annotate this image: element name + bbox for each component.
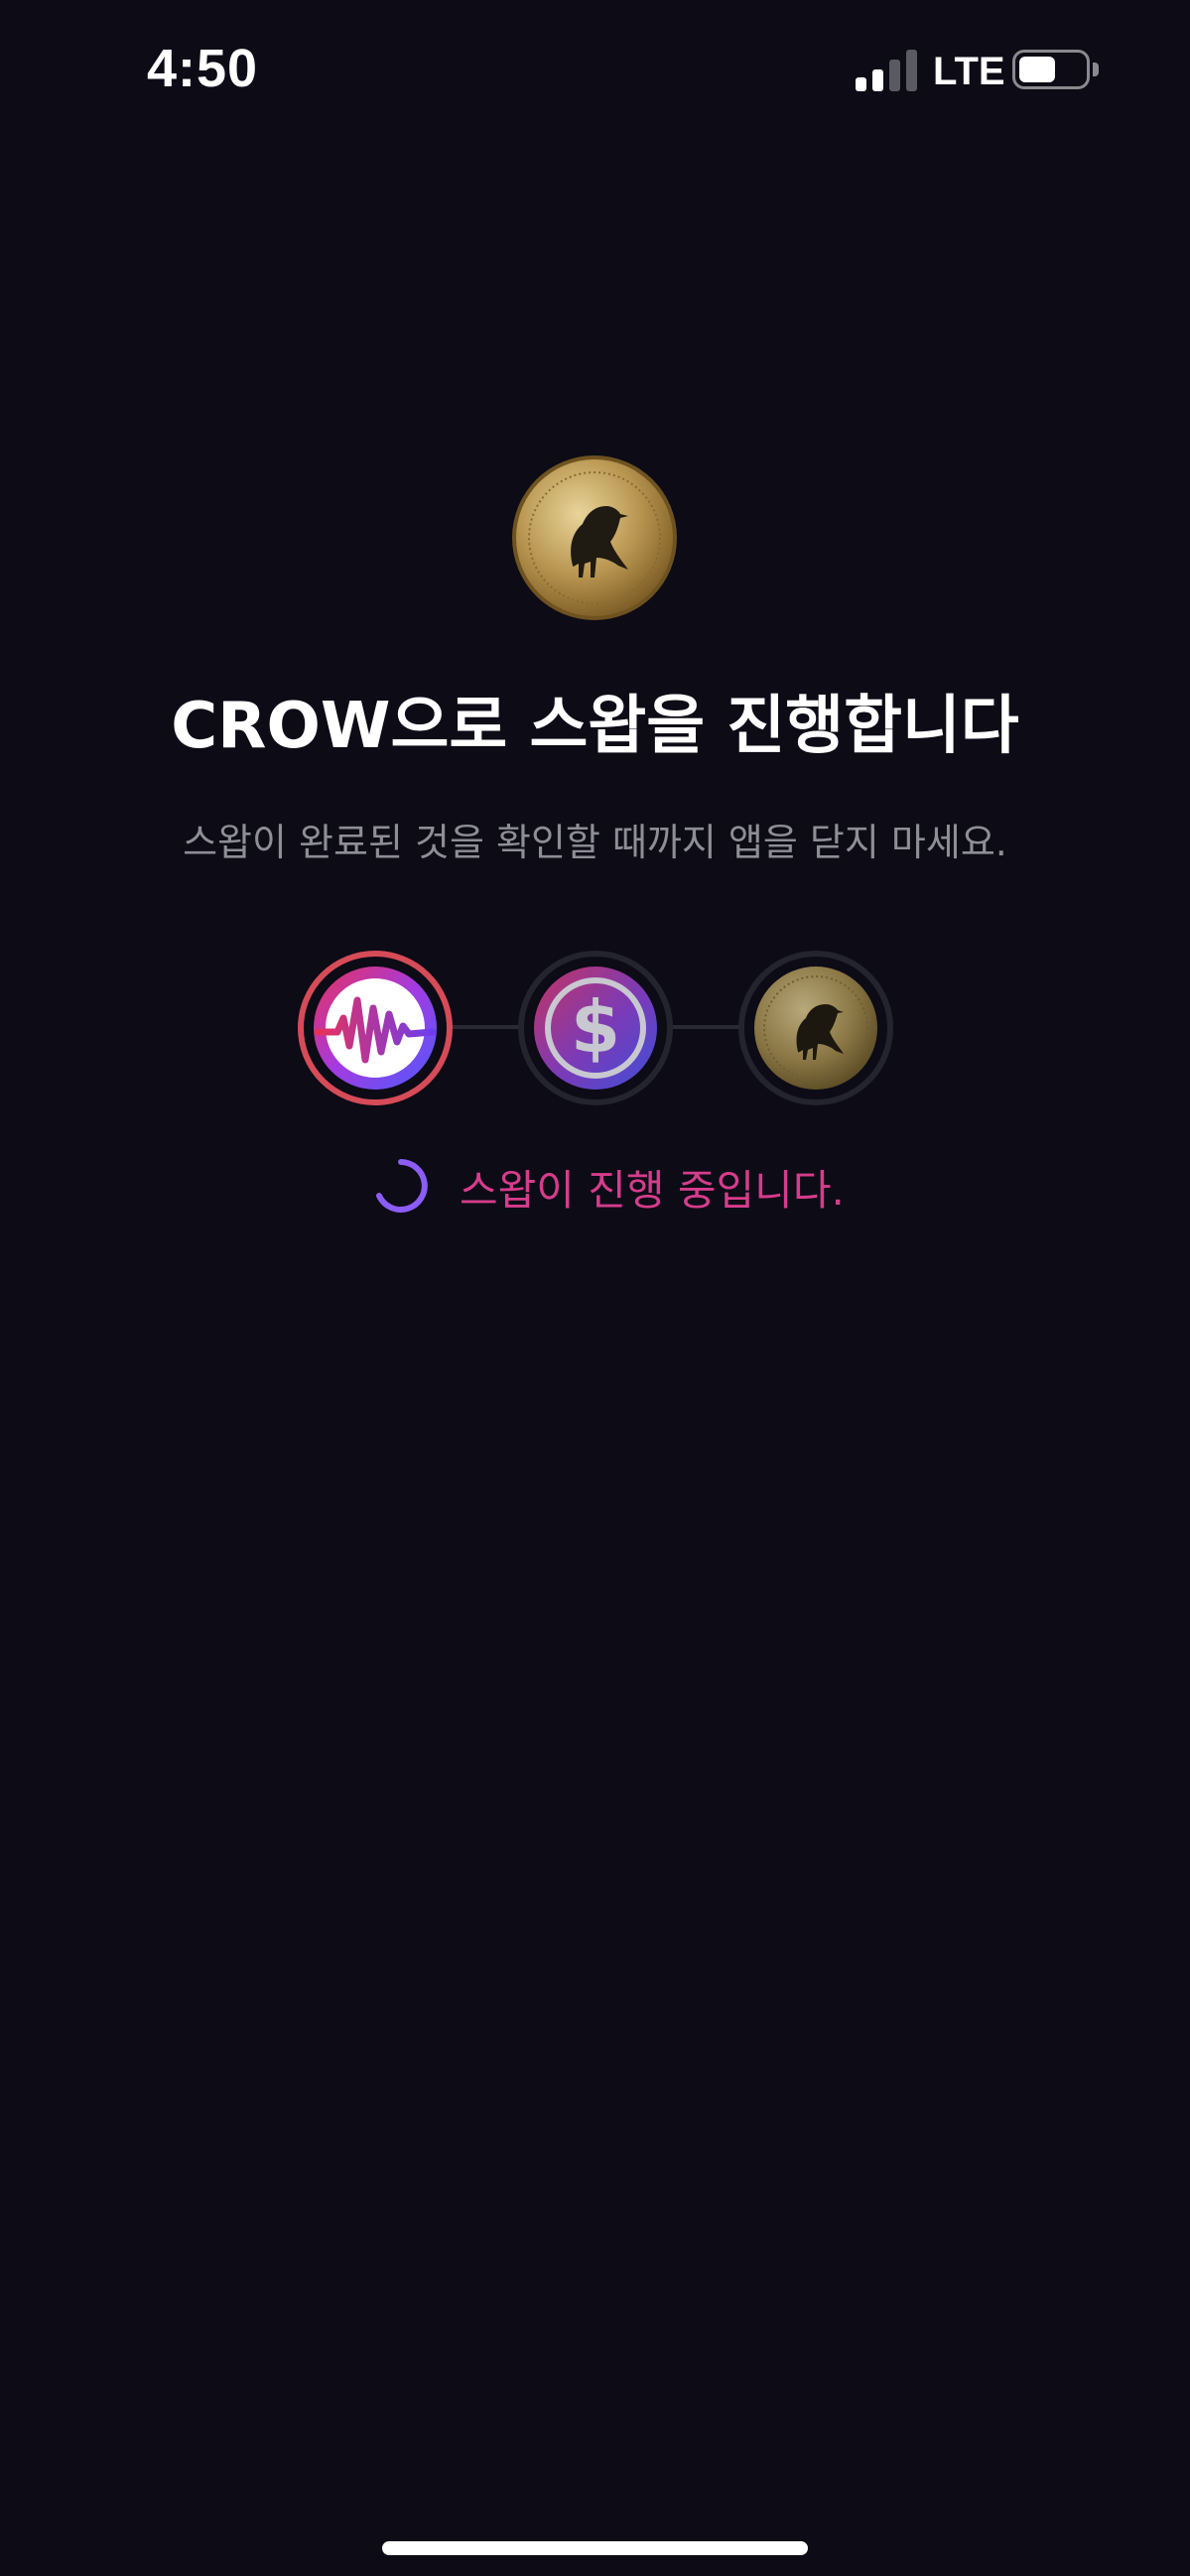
progress-status-text: 스왑이 진행 중입니다. xyxy=(460,1166,845,1215)
status-bar: 4:50 LTE xyxy=(0,0,1190,139)
route-step-2: $ xyxy=(518,951,673,1105)
status-time: 4:50 xyxy=(147,39,259,98)
loading-spinner-icon xyxy=(376,1159,428,1213)
wemix-dollar-token-icon: $ xyxy=(534,966,657,1090)
network-type: LTE xyxy=(933,50,1005,93)
page-subtitle: 스왑이 완료된 것을 확인할 때까지 앱을 닫지 마세요. xyxy=(183,821,1007,864)
route-connector xyxy=(667,1025,748,1029)
cellular-signal-icon xyxy=(856,50,917,91)
crow-token-icon xyxy=(754,966,877,1090)
home-indicator[interactable] xyxy=(382,2541,808,2555)
svg-text:$: $ xyxy=(571,985,620,1069)
route-connector xyxy=(447,1025,528,1029)
battery-cap xyxy=(1093,63,1099,76)
route-step-1 xyxy=(298,951,453,1105)
route-step-3 xyxy=(738,951,893,1105)
wemix-token-icon xyxy=(314,966,437,1090)
battery-icon xyxy=(1012,50,1090,89)
page-title: CROW으로 스왑을 진행합니다 xyxy=(171,690,1019,763)
crow-coin-icon xyxy=(512,455,677,620)
